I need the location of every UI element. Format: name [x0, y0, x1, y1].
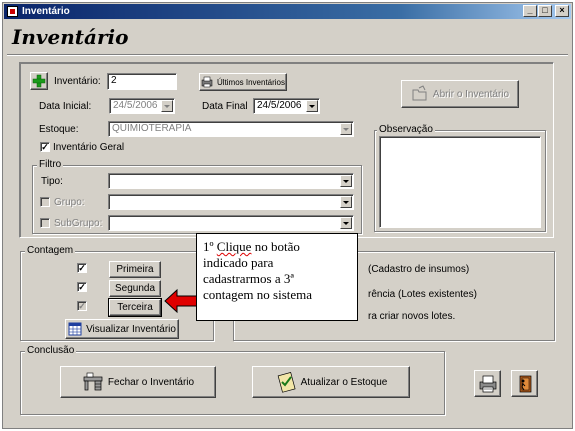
app-icon [7, 6, 18, 17]
exit-door-icon [519, 375, 531, 392]
data-final-picker[interactable]: 24/5/2006 [253, 98, 320, 114]
option-lotes-existentes-label: rência (Lotes existentes) [368, 289, 477, 300]
abrir-inventario-button[interactable]: Abrir o Inventário [401, 80, 519, 108]
data-inicial-label: Data Inicial: [39, 101, 92, 112]
instruction-callout: 1º Clique no botão indicado para cadastr… [196, 233, 358, 321]
grupo-dropdown-icon[interactable] [340, 196, 352, 208]
callout-prefix: 1º [203, 239, 217, 254]
observacao-textarea[interactable] [379, 136, 541, 228]
callout-suffix: no botão [251, 239, 300, 254]
callout-line-4: contagem no sistema [203, 287, 313, 302]
subgrupo-label: SubGrupo: [54, 218, 103, 229]
tipo-select[interactable] [108, 173, 354, 189]
data-inicial-picker[interactable]: 24/5/2006 [109, 98, 175, 114]
estoque-dropdown-icon[interactable] [340, 123, 352, 135]
fechar-inventario-label: Fechar o Inventário [107, 376, 195, 388]
data-inicial-value: 24/5/2006 [113, 100, 158, 111]
data-final-value: 24/5/2006 [257, 100, 302, 111]
ultimos-inventarios-label: Últimos Inventários [216, 77, 286, 87]
exit-button[interactable] [511, 370, 538, 397]
desk-icon [83, 372, 103, 391]
inventario-label: Inventário: [54, 76, 101, 87]
grupo-label: Grupo: [54, 197, 85, 208]
segunda-button[interactable]: Segunda [109, 280, 161, 297]
callout-line-1: 1º Clique no botão [203, 239, 351, 255]
observacao-legend: Observação [377, 124, 435, 135]
segunda-checkbox[interactable]: ✓ [77, 282, 87, 292]
header-divider [7, 54, 568, 56]
open-folder-icon [412, 85, 427, 101]
fechar-inventario-button[interactable]: Fechar o Inventário [60, 366, 216, 398]
plus-icon [32, 74, 46, 88]
atualizar-estoque-label: Atualizar o Estoque [300, 376, 388, 388]
data-inicial-dropdown-icon[interactable] [161, 100, 173, 112]
visualizar-inventario-button[interactable]: Visualizar Inventário [65, 319, 179, 339]
close-button[interactable]: × [555, 5, 569, 17]
grupo-select[interactable] [108, 194, 354, 210]
grupo-checkbox[interactable] [40, 197, 50, 207]
conclusao-legend: Conclusão [25, 345, 77, 356]
estoque-label: Estoque: [39, 124, 79, 135]
data-final-dropdown-icon[interactable] [306, 100, 318, 112]
page-title: Inventário [12, 25, 129, 49]
filtro-legend: Filtro [37, 159, 64, 170]
inventario-geral-label: Inventário Geral [53, 142, 125, 153]
tipo-label: Tipo: [41, 176, 63, 187]
visualizar-inventario-label: Visualizar Inventário [86, 323, 176, 335]
clipboard-check-icon [277, 372, 296, 393]
primeira-checkbox[interactable]: ✓ [77, 263, 87, 273]
data-final-label: Data Final [202, 101, 248, 112]
callout-line-2: indicado para [203, 255, 274, 270]
callout-clique-word: Clique [216, 239, 252, 254]
spreadsheet-icon [68, 322, 82, 336]
callout-line-3: cadastrarmos a 3ª [203, 271, 294, 286]
print-button[interactable] [474, 370, 501, 397]
subgrupo-dropdown-icon[interactable] [340, 217, 352, 229]
terceira-checkbox[interactable]: ✓ [77, 301, 87, 311]
maximize-button[interactable]: □ [538, 5, 552, 17]
estoque-select[interactable]: QUIMIOTERAPIA [108, 121, 354, 137]
primeira-button[interactable]: Primeira [109, 261, 161, 278]
printer-list-icon [201, 76, 213, 88]
abrir-inventario-label: Abrir o Inventário [432, 88, 510, 100]
window-title: Inventário [22, 6, 70, 17]
subgrupo-select[interactable] [108, 215, 354, 231]
atualizar-estoque-button[interactable]: Atualizar o Estoque [252, 366, 410, 398]
title-bar[interactable]: Inventário _ □ × [4, 4, 571, 19]
ultimos-inventarios-button[interactable]: Últimos Inventários [199, 73, 287, 91]
printer-icon [479, 375, 496, 392]
tipo-dropdown-icon[interactable] [340, 175, 352, 187]
estoque-value: QUIMIOTERAPIA [112, 123, 192, 134]
inventario-window: Inventário _ □ × Inventário Inventário: … [2, 2, 573, 429]
callout-arrow [164, 288, 198, 314]
subgrupo-checkbox[interactable] [40, 218, 50, 228]
terceira-button[interactable]: Terceira [108, 298, 162, 317]
inventario-number-input[interactable]: 2 [107, 73, 177, 90]
contagem-legend: Contagem [25, 245, 76, 256]
minimize-button[interactable]: _ [523, 5, 537, 17]
option-cadastro-insumos-label: (Cadastro de insumos) [368, 264, 470, 275]
new-inventory-button[interactable] [30, 72, 48, 90]
option-novos-lotes-label: ra criar novos lotes. [368, 311, 456, 322]
inventario-geral-checkbox[interactable]: ✓ [40, 142, 50, 152]
